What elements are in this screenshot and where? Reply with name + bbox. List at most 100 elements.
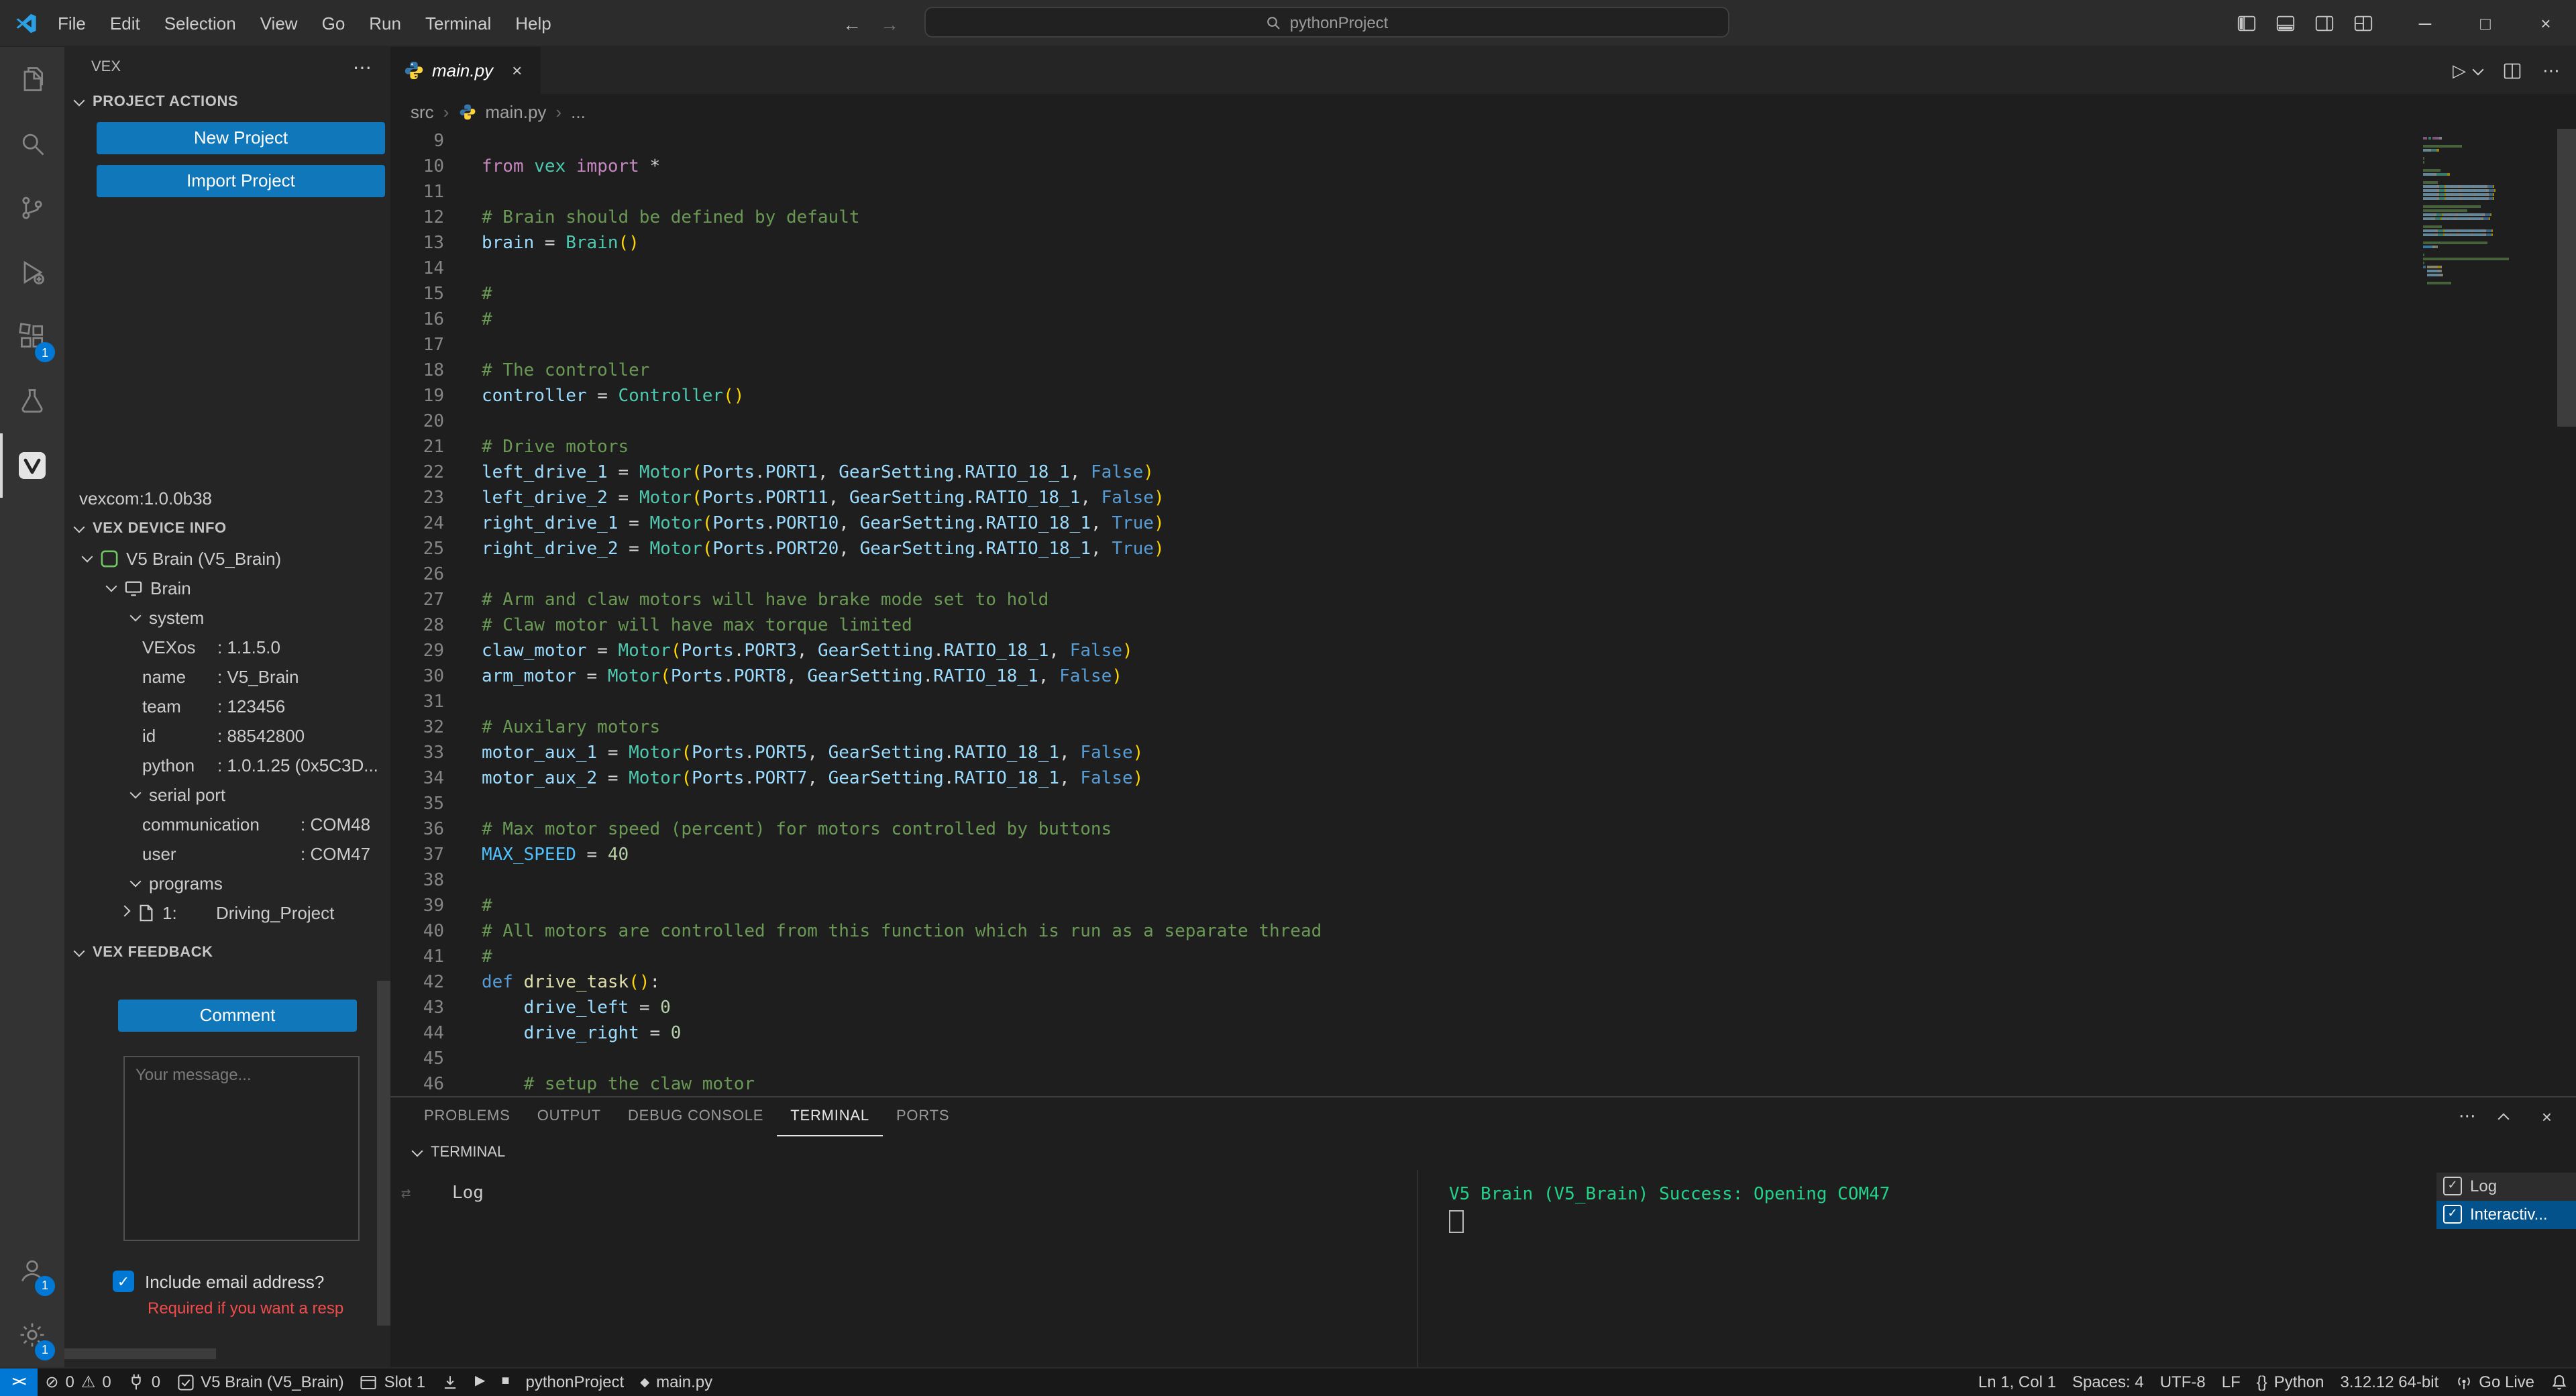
code-line-25[interactable]: 25right_drive_2 = Motor(Ports.PORT20, Ge… [390,537,2418,562]
code-line-12[interactable]: 12# Brain should be defined by default [390,205,2418,231]
terminal-section-header[interactable]: TERMINAL [390,1136,2576,1169]
code-line-23[interactable]: 23left_drive_2 = Motor(Ports.PORT11, Gea… [390,486,2418,511]
tree-node-serial-port[interactable]: serial port [64,780,390,809]
eol-status[interactable]: LF [2214,1368,2249,1396]
code-editor[interactable]: 910from vex import *1112# Brain should b… [390,129,2418,1095]
panel-tab-ports[interactable]: PORTS [883,1097,963,1136]
code-line-35[interactable]: 35 [390,792,2418,817]
panel-more-actions-icon[interactable]: ⋯ [2459,1106,2476,1127]
panel-tab-problems[interactable]: PROBLEMS [411,1097,524,1136]
accounts-icon[interactable]: 1 [0,1238,64,1302]
section-project-actions[interactable]: PROJECT ACTIONS [64,87,390,117]
menu-selection[interactable]: Selection [152,13,248,33]
tab-close-icon[interactable]: × [512,60,522,80]
code-line-24[interactable]: 24right_drive_1 = Motor(Ports.PORT10, Ge… [390,511,2418,537]
code-line-40[interactable]: 40# All motors are controlled from this … [390,919,2418,945]
search-view-icon[interactable] [0,111,64,176]
import-project-button[interactable]: Import Project [97,165,385,197]
menu-file[interactable]: File [46,13,98,33]
code-line-45[interactable]: 45 [390,1046,2418,1072]
sidebar-vertical-scrollbar[interactable] [377,981,390,1326]
stop-program-button[interactable]: ■ [493,1368,517,1396]
code-line-28[interactable]: 28# Claw motor will have max torque limi… [390,613,2418,639]
editor-scrollbar[interactable] [2557,129,2576,1095]
breadcrumb-file[interactable]: main.py [485,101,546,121]
code-line-27[interactable]: 27# Arm and claw motors will have brake … [390,588,2418,613]
toggle-panel-icon[interactable] [2275,13,2296,34]
terminal-session-interactiv-[interactable]: ✓Interactiv... [2436,1200,2576,1228]
code-line-15[interactable]: 15# [390,282,2418,307]
editor-more-actions-icon[interactable]: ⋯ [2542,60,2560,81]
code-line-32[interactable]: 32# Auxilary motors [390,715,2418,741]
forward-icon[interactable]: → [880,13,899,34]
code-line-36[interactable]: 36# Max motor speed (percent) for motors… [390,817,2418,843]
code-line-41[interactable]: 41# [390,945,2418,970]
code-line-9[interactable]: 9 [390,129,2418,154]
code-line-38[interactable]: 38 [390,868,2418,894]
encoding-status[interactable]: UTF-8 [2152,1368,2214,1396]
code-line-22[interactable]: 22left_drive_1 = Motor(Ports.PORT1, Gear… [390,460,2418,486]
tree-node-system[interactable]: system [64,602,390,632]
run-and-debug-icon[interactable] [0,240,64,305]
tree-kv-user[interactable]: user: COM47 [64,839,390,868]
cursor-position-status[interactable]: Ln 1, Col 1 [1970,1368,2064,1396]
ports-status[interactable]: 0 [119,1368,168,1396]
code-line-20[interactable]: 20 [390,409,2418,435]
menu-run[interactable]: Run [357,13,413,33]
language-mode-status[interactable]: {} Python [2249,1368,2332,1396]
python-interpreter-status[interactable]: 3.12.12 64-bit [2332,1368,2447,1396]
go-live-button[interactable]: Go Live [2447,1368,2542,1396]
code-line-14[interactable]: 14 [390,256,2418,282]
code-line-16[interactable]: 16# [390,307,2418,333]
source-control-icon[interactable] [0,176,64,240]
terminal-pane[interactable]: V5 Brain (V5_Brain) Success: Opening COM… [1417,1169,2576,1366]
tree-node-programs[interactable]: programs [64,868,390,898]
vex-device-status[interactable]: V5 Brain (V5_Brain) [168,1368,352,1396]
code-line-10[interactable]: 10from vex import * [390,154,2418,180]
extensions-icon[interactable]: 1 [0,305,64,369]
toggle-secondary-sidebar-icon[interactable] [2314,13,2334,34]
comment-button[interactable]: Comment [118,1000,357,1032]
code-line-26[interactable]: 26 [390,562,2418,588]
feedback-message-input[interactable]: Your message... [123,1056,360,1241]
code-line-39[interactable]: 39# [390,894,2418,919]
close-button[interactable]: × [2516,0,2576,47]
minimize-button[interactable]: ─ [2395,0,2455,47]
code-line-37[interactable]: 37MAX_SPEED = 40 [390,843,2418,868]
tree-kv-python[interactable]: python: 1.0.1.25 (0x5C3D... [64,750,390,780]
tree-node-brain[interactable]: Brain [64,573,390,602]
code-line-21[interactable]: 21# Drive motors [390,435,2418,460]
customize-layout-icon[interactable] [2353,13,2373,34]
project-name-status[interactable]: pythonProject [517,1368,632,1396]
tree-kv-vexos[interactable]: VEXos: 1.1.5.0 [64,632,390,661]
testing-icon[interactable] [0,369,64,433]
section-vex-device-info[interactable]: VEX DEVICE INFO [64,514,390,543]
close-panel-icon[interactable]: × [2542,1106,2552,1126]
download-program-button[interactable] [433,1368,467,1396]
menu-view[interactable]: View [248,13,310,33]
menu-terminal[interactable]: Terminal [413,13,503,33]
vex-extension-icon[interactable] [0,433,64,498]
settings-gear-icon[interactable]: 1 [0,1302,64,1366]
active-file-status[interactable]: ◆ main.py [632,1368,720,1396]
explorer-icon[interactable] [0,47,64,111]
tree-program-slot-1[interactable]: 1:Driving_Project [64,898,390,927]
code-line-43[interactable]: 43 drive_left = 0 [390,996,2418,1021]
tree-kv-name[interactable]: name: V5_Brain [64,661,390,691]
code-line-42[interactable]: 42def drive_task(): [390,970,2418,996]
include-email-checkbox[interactable]: ✓ [113,1271,134,1292]
panel-tab-output[interactable]: OUTPUT [524,1097,614,1136]
code-line-34[interactable]: 34motor_aux_2 = Motor(Ports.PORT7, GearS… [390,766,2418,792]
terminal-content[interactable]: ⇄ Log V5 Brain (V5_Brain) Success: Openi… [390,1169,2576,1366]
code-line-11[interactable]: 11 [390,180,2418,205]
tree-kv-team[interactable]: team: 123456 [64,691,390,720]
remote-indicator[interactable]: >< [0,1368,37,1396]
minimap[interactable] [2418,129,2557,1095]
terminal-session-log[interactable]: ✓Log [2436,1172,2576,1200]
code-line-44[interactable]: 44 drive_right = 0 [390,1021,2418,1046]
section-vex-feedback[interactable]: VEX FEEDBACK [64,938,390,967]
code-line-17[interactable]: 17 [390,333,2418,358]
toggle-sidebar-icon[interactable] [2237,13,2257,34]
menu-go[interactable]: Go [310,13,358,33]
code-line-18[interactable]: 18# The controller [390,358,2418,384]
